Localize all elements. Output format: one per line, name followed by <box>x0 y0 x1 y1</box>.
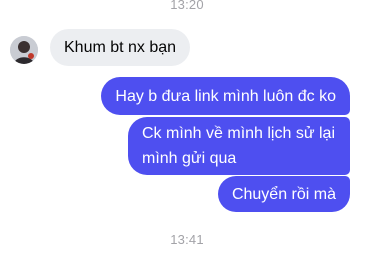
avatar-photo-icon <box>10 36 38 64</box>
incoming-message[interactable]: Khum bt nx bạn <box>50 29 191 66</box>
outgoing-message[interactable]: Hay b đưa link mình luôn đc ko <box>101 77 350 115</box>
outgoing-message[interactable]: Ck mình về mình lịch sử lại mình gửi qua <box>128 117 350 175</box>
avatar[interactable] <box>10 36 38 64</box>
outgoing-message[interactable]: Chuyển rồi mà <box>217 176 350 212</box>
timestamp-top: 13:20 <box>170 0 204 12</box>
timestamp-bottom: 13:41 <box>170 232 204 247</box>
